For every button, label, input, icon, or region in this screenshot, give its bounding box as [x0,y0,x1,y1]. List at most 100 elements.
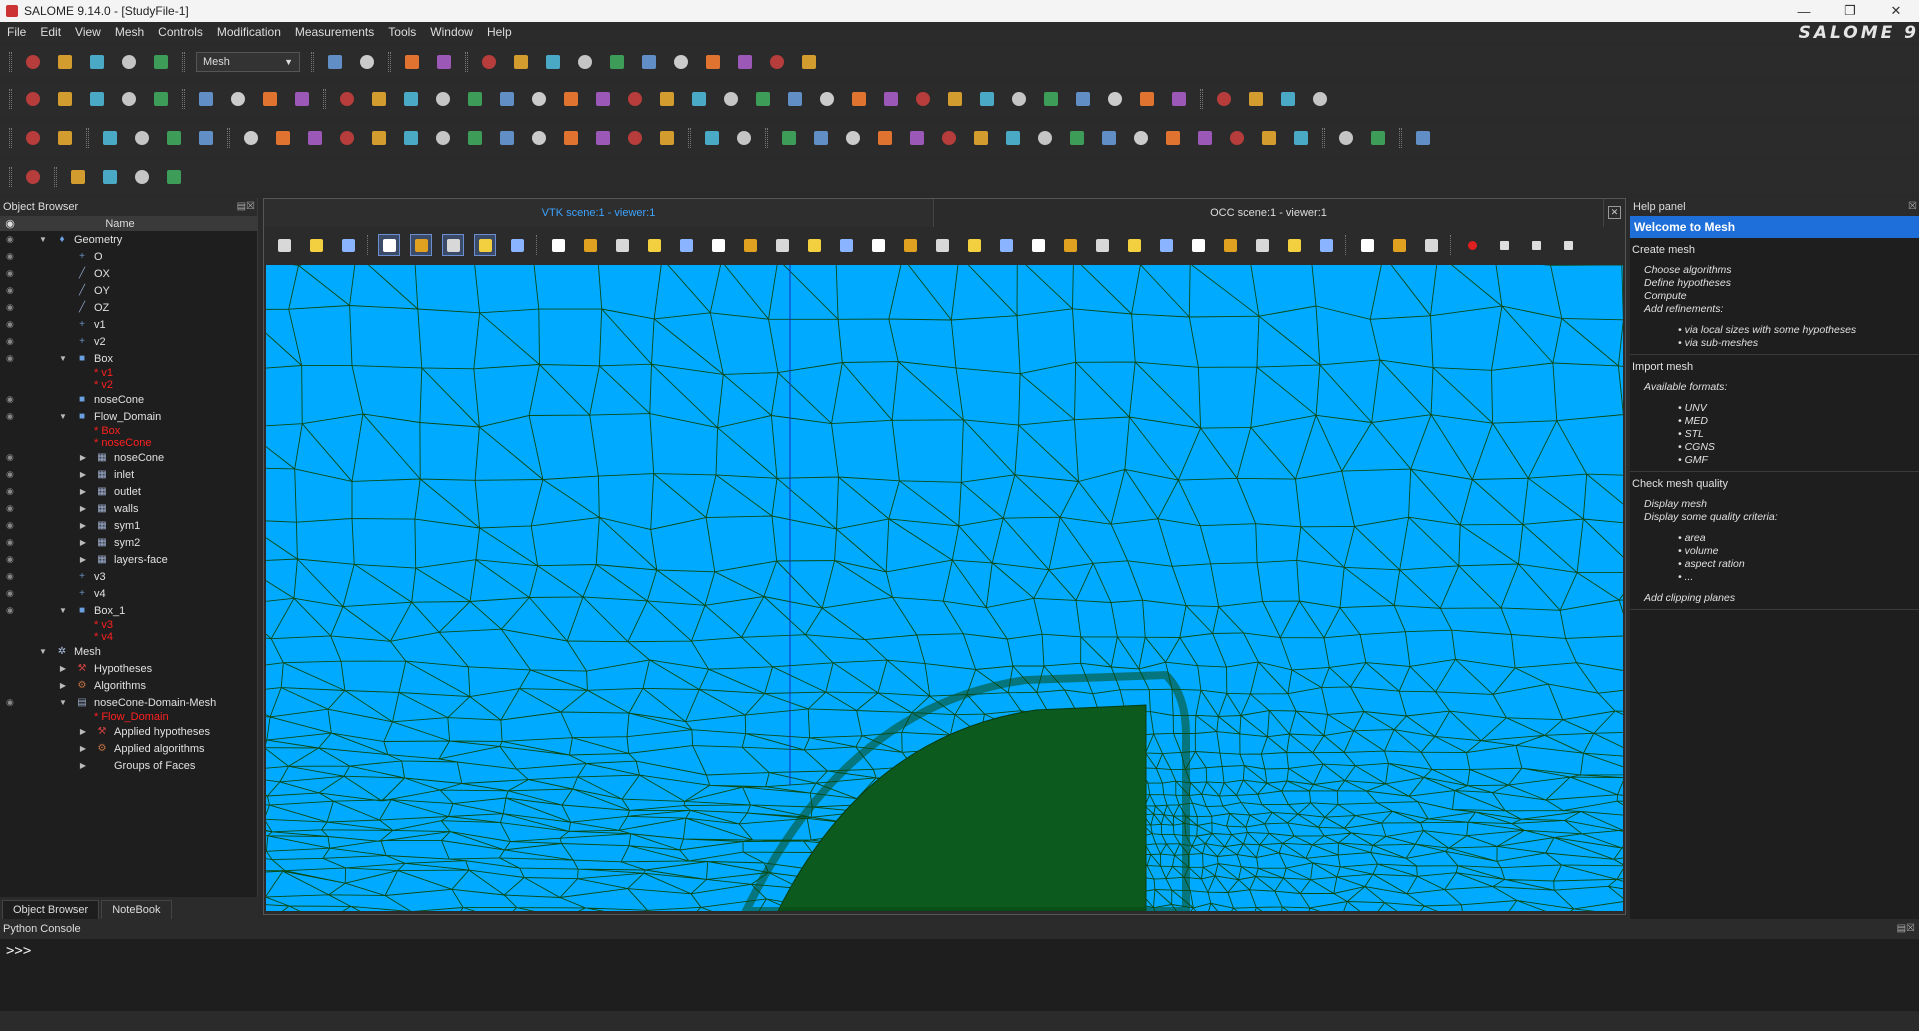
toolbar-tool-icon[interactable] [368,88,390,110]
tree-item[interactable]: ◉ ╱ OZ [0,299,257,316]
tree-item[interactable]: * v4 [0,631,257,643]
toolbar-tool-icon[interactable] [592,127,614,149]
toolbar-grip[interactable] [465,52,468,72]
toolbar-tool-icon[interactable] [1335,127,1357,149]
expand-arrow-icon[interactable]: ▶ [78,453,88,462]
tree-item[interactable]: ◉ + v2 [0,333,257,350]
toolbar-grip[interactable] [227,128,230,148]
toolbar-tool-icon[interactable] [400,88,422,110]
tree-item[interactable]: ▶ Groups of Faces [0,757,257,774]
visibility-eye-icon[interactable]: ◉ [6,554,18,565]
toolbar-tool-icon[interactable] [131,166,153,188]
toolbar-tool-icon[interactable] [912,88,934,110]
viewer-tool-icon[interactable] [995,234,1017,256]
viewer-tool-icon[interactable] [1315,234,1337,256]
toolbar-tool-icon[interactable] [1002,127,1024,149]
viewer-tool-icon[interactable] [835,234,857,256]
maximize-button[interactable]: ❐ [1827,0,1873,22]
menu-modification[interactable]: Modification [210,25,288,39]
toolbar-tool-icon[interactable] [542,51,564,73]
toolbar-grip[interactable] [182,52,185,72]
tree-item[interactable]: ◉ ╱ OX [0,265,257,282]
toolbar-tool-icon[interactable] [848,88,870,110]
panel-float-close-icon[interactable]: ▤☒ [237,201,255,212]
toolbar-tool-icon[interactable] [86,88,108,110]
toolbar-tool-icon[interactable] [810,127,832,149]
toolbar-tool-icon[interactable] [606,51,628,73]
menu-controls[interactable]: Controls [151,25,210,39]
tree-item[interactable]: * Box [0,425,257,437]
toolbar-tool-icon[interactable] [842,127,864,149]
toolbar-tool-icon[interactable] [1136,88,1158,110]
toolbar-tool-icon[interactable] [798,51,820,73]
module-selector[interactable]: Mesh ▼ [196,52,300,72]
viewer-tool-icon[interactable] [442,234,464,256]
visibility-eye-icon[interactable]: ◉ [6,486,18,497]
menu-help[interactable]: Help [480,25,519,39]
viewer-tool-icon[interactable] [1251,234,1273,256]
tree-item[interactable]: ◉ ▶ ▦ noseCone [0,449,257,466]
toolbar-tool-icon[interactable] [1072,88,1094,110]
expand-arrow-icon[interactable]: ▶ [78,727,88,736]
toolbar-tool-icon[interactable] [22,166,44,188]
toolbar-tool-icon[interactable] [118,88,140,110]
toolbar-tool-icon[interactable] [272,127,294,149]
toolbar-tool-icon[interactable] [1104,88,1126,110]
toolbar-grip[interactable] [1200,89,1203,109]
tree-item[interactable]: ◉ ╱ OY [0,282,257,299]
toolbar-grip[interactable] [1322,128,1325,148]
toolbar-tool-icon[interactable] [22,127,44,149]
visibility-eye-icon[interactable]: ◉ [6,336,18,347]
toolbar-tool-icon[interactable] [560,127,582,149]
tree-item[interactable]: ▶ ⚒ Hypotheses [0,660,257,677]
toolbar-tool-icon[interactable] [1168,88,1190,110]
visibility-eye-icon[interactable]: ◉ [6,605,18,616]
viewer-tool-icon[interactable] [506,234,528,256]
console-prompt[interactable]: >>> [0,939,1919,963]
toolbar-tool-icon[interactable] [464,127,486,149]
viewer-tool-icon[interactable] [931,234,953,256]
tab-vtk-viewer[interactable]: VTK scene:1 - viewer:1 [264,199,934,227]
visibility-eye-icon[interactable]: ◉ [6,571,18,582]
viewer-tool-icon[interactable] [771,234,793,256]
viewer-tool-icon[interactable] [1420,234,1442,256]
toolbar-tool-icon[interactable] [766,51,788,73]
toolbar-tool-icon[interactable] [1245,88,1267,110]
toolbar-tool-icon[interactable] [720,88,742,110]
toolbar-tool-icon[interactable] [1130,127,1152,149]
toolbar-tool-icon[interactable] [906,127,928,149]
visibility-eye-icon[interactable]: ◉ [6,537,18,548]
menu-mesh[interactable]: Mesh [108,25,151,39]
toolbar-tool-icon[interactable] [227,88,249,110]
viewer-tool-icon[interactable] [1123,234,1145,256]
toolbar-tool-icon[interactable] [496,88,518,110]
toolbar-tool-icon[interactable] [874,127,896,149]
tree-item[interactable]: ◉ ■ noseCone [0,391,257,408]
viewer-tool-icon[interactable] [579,234,601,256]
toolbar-tool-icon[interactable] [976,88,998,110]
visibility-eye-icon[interactable]: ◉ [6,302,18,313]
toolbar-tool-icon[interactable] [1412,127,1434,149]
visibility-eye-icon[interactable]: ◉ [6,411,18,422]
toolbar-grip[interactable] [765,128,768,148]
toolbar-tool-icon[interactable] [1290,127,1312,149]
toolbar-tool-icon[interactable] [733,127,755,149]
viewer-tool-icon[interactable] [1219,234,1241,256]
toolbar-grip[interactable] [536,235,539,255]
viewer-tool-icon[interactable] [867,234,889,256]
tree-item[interactable]: ▶ ⚙ Applied algorithms [0,740,257,757]
toolbar-grip[interactable] [86,128,89,148]
viewer-tool-icon[interactable] [1283,234,1305,256]
toolbar-tool-icon[interactable] [1066,127,1088,149]
tree-item[interactable]: ◉ + O [0,248,257,265]
expand-arrow-icon[interactable]: ▶ [58,664,68,673]
visibility-eye-icon[interactable]: ◉ [6,520,18,531]
collapse-arrow-icon[interactable]: ▼ [58,698,68,707]
tree-item[interactable]: ◉ + v1 [0,316,257,333]
visibility-eye-icon[interactable]: ◉ [6,588,18,599]
toolbar-tool-icon[interactable] [944,88,966,110]
toolbar-tool-icon[interactable] [22,88,44,110]
toolbar-tool-icon[interactable] [688,88,710,110]
toolbar-tool-icon[interactable] [150,51,172,73]
menu-view[interactable]: View [68,25,108,39]
